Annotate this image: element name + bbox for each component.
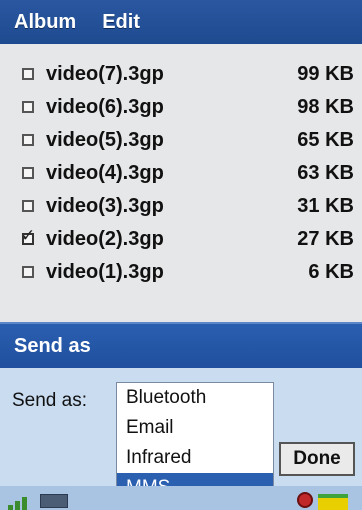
checkbox[interactable]	[22, 200, 34, 212]
file-size: 27 KB	[297, 228, 354, 250]
file-name: video(4).3gp	[46, 162, 164, 184]
file-size: 99 KB	[297, 63, 354, 85]
dialog-title: Send as	[14, 334, 91, 357]
option-bluetooth[interactable]: Bluetooth	[117, 383, 273, 413]
menu-edit[interactable]: Edit	[102, 11, 140, 34]
clock-icon	[297, 492, 313, 508]
list-item[interactable]: video(6).3gp 98 KB	[0, 91, 362, 124]
checkbox[interactable]	[22, 167, 34, 179]
checkbox[interactable]	[22, 68, 34, 80]
dialog-title-bar: Send as	[0, 322, 362, 368]
file-name: video(2).3gp	[46, 228, 164, 250]
level-icon	[318, 494, 348, 510]
list-item[interactable]: video(5).3gp 65 KB	[0, 124, 362, 157]
file-size: 63 KB	[297, 162, 354, 184]
file-size: 98 KB	[297, 96, 354, 118]
checkbox[interactable]	[22, 101, 34, 113]
menu-album[interactable]: Album	[14, 11, 76, 34]
checkbox[interactable]	[22, 266, 34, 278]
menu-bar: Album Edit	[0, 0, 362, 44]
file-name: video(7).3gp	[46, 63, 164, 85]
option-email[interactable]: Email	[117, 413, 273, 443]
file-name: video(5).3gp	[46, 129, 164, 151]
file-name: video(1).3gp	[46, 261, 164, 283]
send-as-label: Send as:	[12, 390, 87, 411]
list-item[interactable]: video(7).3gp 99 KB	[0, 58, 362, 91]
file-size: 31 KB	[297, 195, 354, 217]
file-name: video(6).3gp	[46, 96, 164, 118]
list-item[interactable]: ✓ video(2).3gp 27 KB	[0, 223, 362, 256]
option-infrared[interactable]: Infrared	[117, 443, 273, 473]
file-name: video(3).3gp	[46, 195, 164, 217]
file-list: video(7).3gp 99 KB video(6).3gp 98 KB vi…	[0, 44, 362, 322]
checkmark-icon: ✓	[21, 226, 36, 245]
list-item[interactable]: video(1).3gp 6 KB	[0, 256, 362, 289]
checkbox-checked[interactable]: ✓	[21, 227, 35, 245]
file-size: 6 KB	[308, 261, 354, 283]
checkbox[interactable]	[22, 134, 34, 146]
file-size: 65 KB	[297, 129, 354, 151]
signal-icon	[8, 494, 36, 510]
battery-icon	[40, 494, 68, 508]
list-item[interactable]: video(4).3gp 63 KB	[0, 157, 362, 190]
done-button[interactable]: Done	[279, 442, 355, 476]
list-item[interactable]: video(3).3gp 31 KB	[0, 190, 362, 223]
status-bar	[0, 486, 362, 510]
